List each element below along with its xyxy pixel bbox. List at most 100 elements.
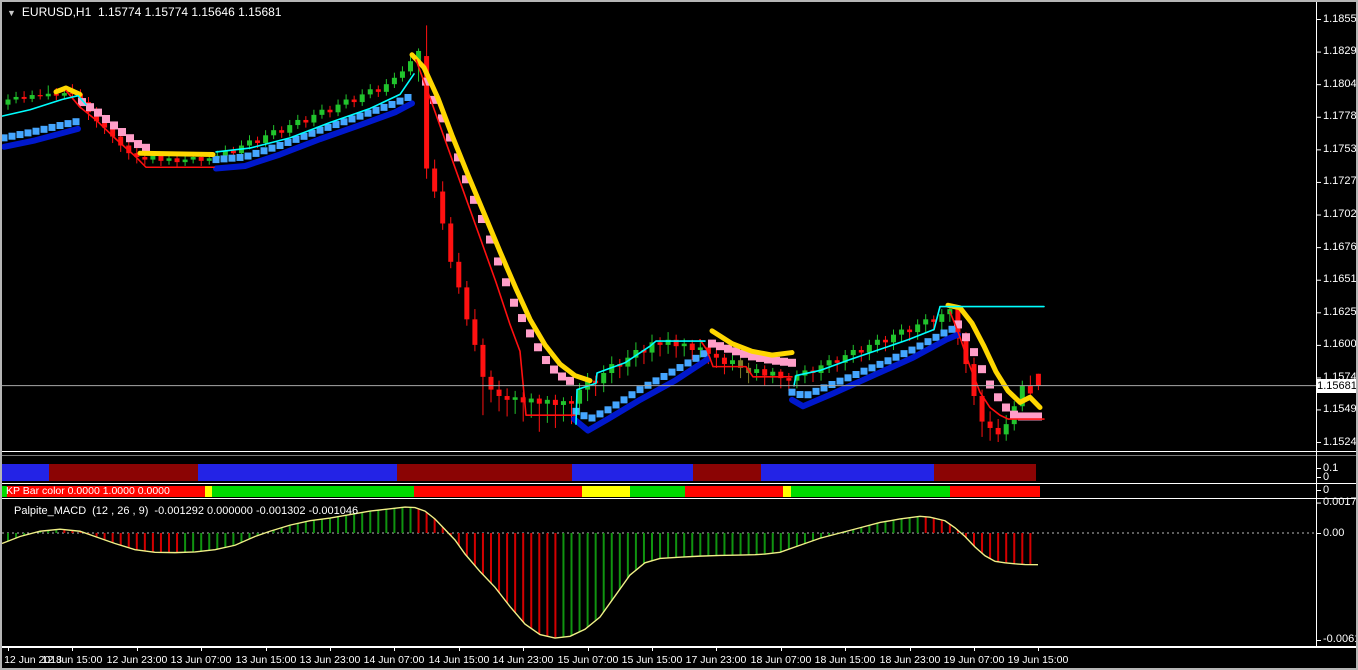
price-axis-label: 1.16510: [1323, 273, 1358, 286]
indicator-tick: [1316, 502, 1321, 504]
pink-ribbon-4-block: [962, 333, 970, 342]
indicator-tick: [1316, 639, 1321, 641]
blue-steps-4-block: [924, 338, 932, 346]
macd-histogram-bar: [490, 533, 492, 584]
candle-body: [335, 104, 341, 113]
blue-steps-2-block: [388, 100, 396, 108]
blue-steps-3-block: [692, 354, 700, 362]
macd-histogram-bar: [135, 533, 138, 550]
blue-steps-2-block: [236, 153, 244, 161]
current-price-box: 1.15681: [1317, 378, 1357, 393]
candle-body: [190, 157, 196, 160]
macd-histogram-bar: [312, 520, 315, 533]
candle-body: [327, 109, 333, 113]
candle-body: [263, 135, 269, 143]
candle-body: [29, 95, 35, 99]
blue-steps-3-block: [620, 396, 628, 404]
time-axis-label: 19 Jun 07:00: [943, 654, 1005, 666]
macd-histogram-bar: [884, 521, 887, 533]
macd-histogram-bar: [900, 518, 903, 533]
indicator-tick: [1316, 490, 1321, 491]
time-tick: [652, 647, 653, 651]
macd-histogram-bar: [401, 507, 404, 533]
symbol-period-label: EURUSD,H1: [21, 5, 92, 19]
candle-body: [512, 397, 518, 400]
macd-histogram-bar: [151, 533, 154, 552]
macd-histogram-bar: [7, 533, 9, 542]
pink-ribbon-2-block: [526, 329, 534, 338]
symbol-dropdown-icon[interactable]: ▼: [7, 8, 16, 18]
window-separator[interactable]: [2, 451, 1356, 452]
macd-histogram-bar: [433, 518, 436, 533]
candle-body: [174, 158, 180, 163]
candle-body: [826, 360, 832, 366]
kp-bar-segment: [783, 486, 791, 497]
candle-body: [850, 350, 856, 356]
macd-histogram-bar: [522, 533, 525, 622]
blue-steps-2-block: [252, 149, 260, 157]
macd-histogram-bar: [1021, 533, 1024, 565]
price-tick: [1316, 442, 1321, 444]
candle-body: [198, 157, 204, 161]
macd-histogram-bar: [642, 533, 645, 564]
macd-histogram-bar: [473, 533, 476, 566]
pink-ribbon-4-block: [978, 365, 986, 374]
blue-steps-1-block: [24, 129, 32, 137]
candle-body: [166, 158, 172, 161]
price-axis-label: 1.17785: [1323, 110, 1358, 123]
window-separator[interactable]: [2, 498, 1356, 499]
ohlc-values: 1.15774 1.15774 1.15646 1.15681: [97, 5, 282, 19]
macd-histogram-bar: [184, 533, 187, 553]
mt4-chart-window: ▼ EURUSD,H1 1.15774 1.15774 1.15646 1.156…: [0, 0, 1358, 670]
kp-bar-segment: [791, 486, 950, 497]
candle-body: [295, 119, 301, 126]
blue-steps-4-block: [804, 391, 812, 399]
candle-body: [569, 401, 574, 404]
blue-steps-3-block: [628, 391, 636, 399]
candle-body: [560, 401, 566, 405]
candle-body: [858, 350, 864, 353]
time-tick: [974, 647, 975, 651]
blue-steps-4-block: [812, 387, 820, 395]
chart-graphics[interactable]: [0, 0, 1358, 670]
window-separator[interactable]: [2, 455, 1356, 456]
candle-body: [432, 168, 438, 192]
blue-steps-3-block: [660, 372, 668, 380]
time-axis-label: 12 Jun 23:00: [106, 654, 168, 666]
blue-steps-4-block: [860, 367, 868, 375]
macd-histogram-bar: [345, 515, 348, 533]
time-axis-label: 14 Jun 23:00: [492, 654, 554, 666]
candle-body: [528, 398, 534, 403]
blue-steps-3-block: [588, 414, 596, 422]
time-tick: [910, 647, 911, 651]
macd-histogram-bar: [159, 533, 162, 553]
macd-histogram-bar: [232, 533, 235, 546]
pink-ribbon-4-block: [1002, 403, 1010, 412]
pink-ribbon-4-block: [970, 348, 978, 357]
candle-body: [247, 140, 252, 146]
window-separator[interactable]: [2, 646, 1356, 647]
candle-body: [762, 369, 768, 376]
blue-steps-4-block: [828, 381, 836, 389]
price-axis-line: [1316, 2, 1317, 647]
macd-histogram-bar: [683, 533, 686, 557]
pink-ribbon-1-block: [118, 128, 126, 137]
pink-ribbon-3-block: [708, 339, 716, 348]
time-tick: [201, 647, 202, 651]
macd-histogram-bar: [667, 533, 670, 558]
pink-ribbon-4-block: [1010, 410, 1018, 419]
candle-body: [907, 329, 913, 333]
macd-histogram-bar: [216, 533, 219, 550]
chart-title: ▼ EURUSD,H1 1.15774 1.15774 1.15646 1.156…: [7, 5, 281, 19]
pink-ribbon-3-block: [724, 344, 732, 353]
time-tick: [716, 647, 717, 651]
cyan-line-3: [575, 340, 706, 425]
price-axis-label: 1.16765: [1323, 240, 1358, 253]
candle-body: [577, 389, 583, 404]
candle-body: [391, 77, 397, 85]
macd-histogram-bar: [803, 533, 806, 544]
macd-histogram-bar: [168, 533, 170, 553]
window-separator[interactable]: [2, 483, 1356, 484]
blue-steps-1-block: [48, 123, 56, 131]
macd-histogram-bar: [200, 533, 203, 552]
